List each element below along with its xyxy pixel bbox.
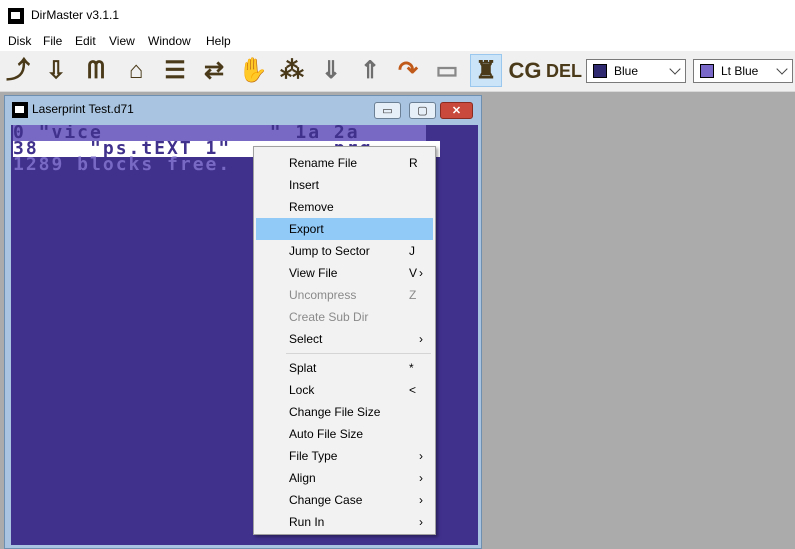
redo-icon: ↷ bbox=[397, 56, 419, 84]
petscii-icon: ♜ bbox=[475, 56, 497, 84]
chevron-down-icon bbox=[669, 63, 681, 75]
menu-item-change-case[interactable]: Change Case › bbox=[256, 489, 433, 511]
chevron-down-icon bbox=[776, 63, 788, 75]
folder-icon: ▭ bbox=[435, 56, 459, 84]
app-icon bbox=[8, 8, 24, 24]
menu-item-remove[interactable]: Remove bbox=[256, 196, 433, 218]
menu-item-run-in[interactable]: Run In › bbox=[256, 511, 433, 533]
convert-button[interactable]: ⇄ bbox=[198, 54, 230, 87]
stack-icon: ☰ bbox=[164, 56, 186, 84]
close-button[interactable]: ✕ bbox=[440, 102, 473, 119]
palette-button[interactable]: ⁂ bbox=[276, 54, 308, 87]
menu-item-auto-file-size[interactable]: Auto File Size bbox=[256, 423, 433, 445]
menu-window[interactable]: Window bbox=[148, 34, 191, 48]
blocks-free-row: 1289 blocks free. bbox=[13, 154, 232, 175]
disk-icon bbox=[12, 102, 28, 118]
chevron-right-icon: › bbox=[419, 266, 423, 280]
menu-item-insert[interactable]: Insert bbox=[256, 174, 433, 196]
redo-button[interactable]: ↷ bbox=[392, 54, 424, 87]
open-disk-button[interactable]: ⤴ bbox=[2, 54, 34, 87]
menu-disk[interactable]: Disk bbox=[8, 34, 31, 48]
disk-window-title: Laserprint Test.d71 bbox=[32, 102, 134, 116]
home-icon: ⌂ bbox=[128, 56, 144, 84]
color-select-1-value: Blue bbox=[614, 64, 639, 78]
import-icon: ⇩ bbox=[45, 56, 67, 84]
delete-button[interactable]: DEL bbox=[546, 54, 582, 87]
move-down-button[interactable]: ⇓ bbox=[315, 54, 347, 87]
menu-file[interactable]: File bbox=[43, 34, 62, 48]
menu-item-lock[interactable]: Lock < bbox=[256, 379, 433, 401]
menu-item-export[interactable]: Export bbox=[256, 218, 433, 240]
convert-icon: ⇄ bbox=[203, 56, 225, 84]
chevron-right-icon: › bbox=[419, 471, 423, 485]
stack-button[interactable]: ☰ bbox=[159, 54, 191, 87]
folder-button[interactable]: ▭ bbox=[431, 54, 463, 87]
move-up-button[interactable]: ⇑ bbox=[354, 54, 386, 87]
color-swatch bbox=[700, 64, 714, 78]
home-button[interactable]: ⌂ bbox=[120, 54, 152, 87]
menu-item-create-sub-dir[interactable]: Create Sub Dir bbox=[256, 306, 433, 328]
menu-help[interactable]: Help bbox=[206, 34, 231, 48]
context-menu: Rename File R Insert Remove Export Jump t… bbox=[253, 146, 436, 535]
maximize-button[interactable]: ▢ bbox=[409, 102, 436, 119]
chevron-right-icon: › bbox=[419, 493, 423, 507]
menu-edit[interactable]: Edit bbox=[75, 34, 96, 48]
menu-item-jump-to-sector[interactable]: Jump to Sector J bbox=[256, 240, 433, 262]
import-button[interactable]: ⇩ bbox=[40, 54, 72, 87]
find-button[interactable]: ᗰ bbox=[80, 54, 112, 87]
chevron-right-icon: › bbox=[419, 515, 423, 529]
menu-item-view-file[interactable]: View File V › bbox=[256, 262, 433, 284]
menu-item-uncompress[interactable]: Uncompress Z bbox=[256, 284, 433, 306]
delete-icon: DEL bbox=[546, 60, 582, 81]
charset-icon: CG bbox=[508, 57, 542, 83]
chevron-right-icon: › bbox=[419, 332, 423, 346]
palette-icon: ⁂ bbox=[280, 56, 304, 84]
minimize-button[interactable]: ▭ bbox=[374, 102, 401, 119]
title-bar: DirMaster v3.1.1 bbox=[0, 0, 795, 31]
color-select-2[interactable]: Lt Blue bbox=[693, 59, 793, 83]
menu-item-splat[interactable]: Splat * bbox=[256, 357, 433, 379]
menu-item-align[interactable]: Align › bbox=[256, 467, 433, 489]
menu-separator bbox=[286, 353, 431, 354]
toolbar: ⤴ ⇩ ᗰ ⌂ ☰ ⇄ ✋ ⁂ ⇓ ⇑ ↷ ▭ ♜ CG DEL Blue Lt… bbox=[0, 51, 795, 92]
charset-button[interactable]: CG bbox=[508, 54, 542, 87]
menu-item-rename-file[interactable]: Rename File R bbox=[256, 152, 433, 174]
binoculars-icon: ᗰ bbox=[87, 56, 105, 84]
hands-icon: ✋ bbox=[238, 56, 268, 84]
move-up-icon: ⇑ bbox=[359, 56, 381, 84]
menu-item-select[interactable]: Select › bbox=[256, 328, 433, 350]
color-swatch bbox=[593, 64, 607, 78]
color-select-2-value: Lt Blue bbox=[721, 64, 759, 78]
chevron-right-icon: › bbox=[419, 449, 423, 463]
hands-button[interactable]: ✋ bbox=[237, 54, 269, 87]
move-down-icon: ⇓ bbox=[320, 56, 342, 84]
petscii-button[interactable]: ♜ bbox=[470, 54, 502, 87]
app-title: DirMaster v3.1.1 bbox=[31, 8, 120, 22]
menu-item-file-type[interactable]: File Type › bbox=[256, 445, 433, 467]
menu-bar: Disk File Edit View Window Help bbox=[0, 31, 795, 51]
color-select-1[interactable]: Blue bbox=[586, 59, 686, 83]
menu-item-change-file-size[interactable]: Change File Size bbox=[256, 401, 433, 423]
open-disk-icon: ⤴ bbox=[6, 56, 30, 84]
menu-view[interactable]: View bbox=[109, 34, 135, 48]
